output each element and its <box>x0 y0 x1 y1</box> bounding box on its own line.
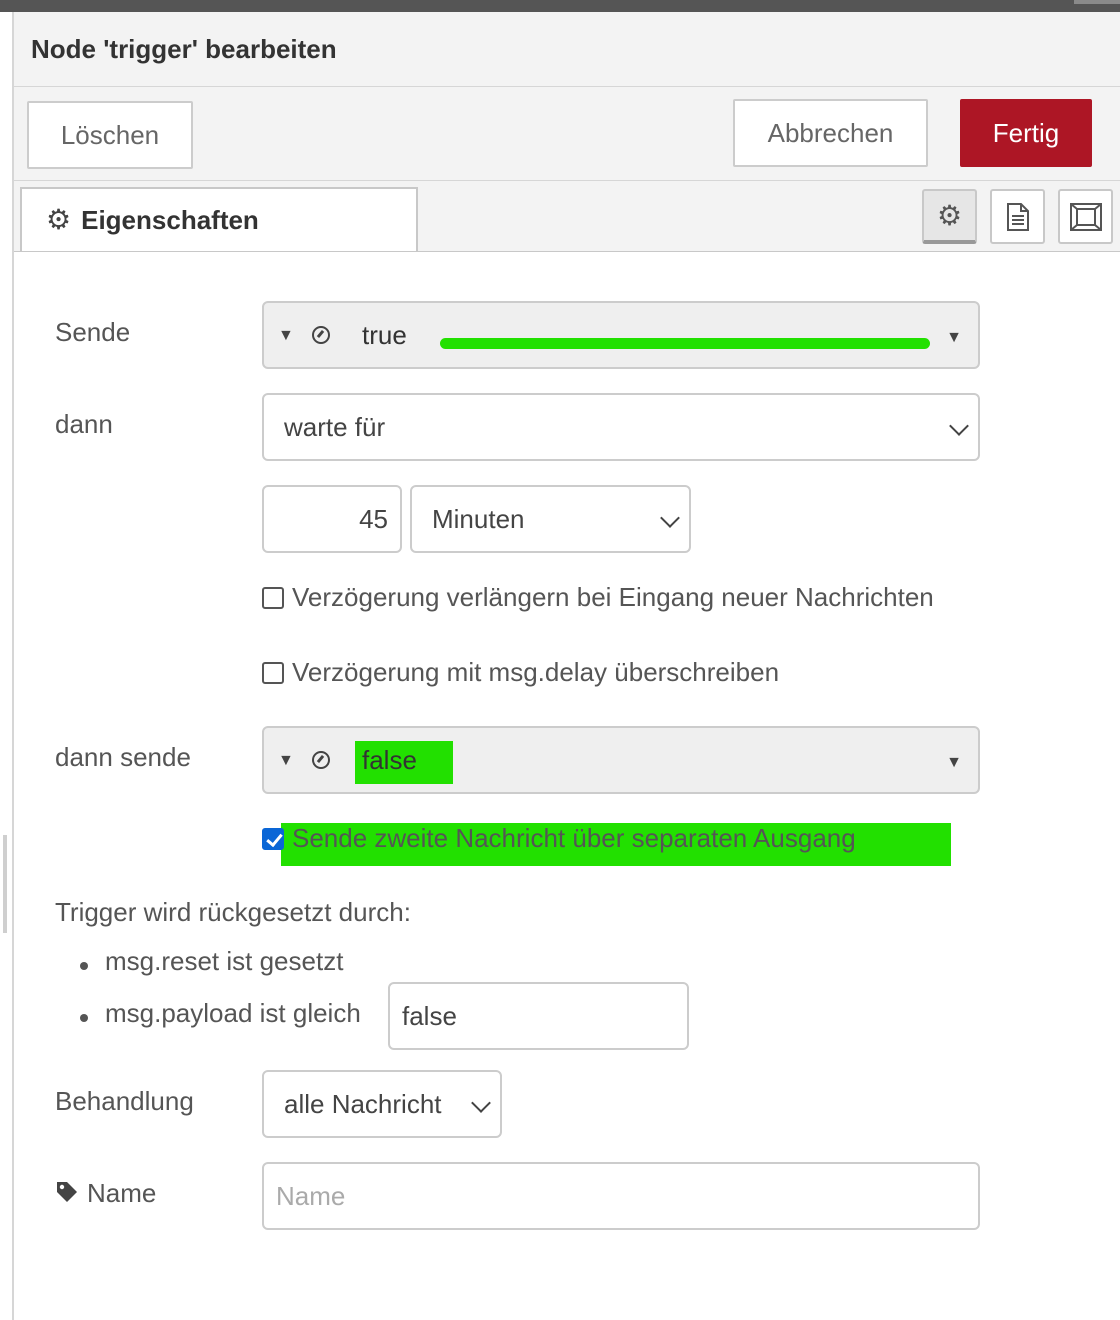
extend-delay-label: Verzögerung verlängern bei Eingang neuer… <box>292 582 934 612</box>
properties-tab-button[interactable]: ⚙ <box>922 189 977 244</box>
name-input[interactable]: Name <box>262 1162 980 1230</box>
then-label: dann <box>55 409 113 439</box>
gear-icon: ⚙ <box>936 200 963 231</box>
type-caret-icon[interactable]: ▼ <box>278 327 294 345</box>
handling-select[interactable]: alle Nachricht <box>262 1070 502 1138</box>
dropdown-caret-icon[interactable]: ▼ <box>946 329 962 347</box>
tab-properties-label: Eigenschaften <box>81 204 259 235</box>
send-label: Sende <box>55 317 131 347</box>
tray-toolbar: Löschen Abbrechen Fertig <box>14 87 1120 181</box>
delay-unit-value: Minuten <box>432 503 525 534</box>
then-select[interactable]: warte für <box>262 393 980 461</box>
send-value: true <box>362 320 407 350</box>
delay-input[interactable]: 45 <box>262 485 402 553</box>
delay-unit-select[interactable]: Minuten <box>410 485 691 553</box>
then-send-value: false <box>362 745 417 775</box>
chevron-down-icon <box>471 1093 491 1113</box>
then-send-label: dann sende <box>55 742 191 772</box>
constant-icon <box>312 751 330 769</box>
appearance-tab-button[interactable] <box>1058 189 1113 244</box>
done-button[interactable]: Fertig <box>960 99 1092 167</box>
window-top-bar <box>0 0 1120 12</box>
override-delay-label: Verzögerung mit msg.delay überschreiben <box>292 657 780 687</box>
dropdown-caret-icon[interactable]: ▼ <box>946 754 962 772</box>
description-tab-button[interactable] <box>990 189 1045 244</box>
tab-properties[interactable]: ⚙ Eigenschaften <box>20 187 418 251</box>
cancel-button[interactable]: Abbrechen <box>733 99 928 167</box>
name-label: Name <box>87 1178 157 1208</box>
second-output-row: Sende zweite Nachricht über separaten Au… <box>262 823 856 854</box>
chevron-down-icon <box>949 416 969 436</box>
override-delay-row: Verzögerung mit msg.delay überschreiben <box>262 657 779 688</box>
chevron-down-icon <box>660 508 680 528</box>
window-top-nub <box>1074 0 1120 4</box>
left-edge <box>0 12 14 1320</box>
appearance-icon <box>1069 202 1102 231</box>
delay-value: 45 <box>359 503 388 534</box>
bullet-icon <box>80 962 88 970</box>
type-caret-icon[interactable]: ▼ <box>278 752 294 770</box>
override-delay-checkbox[interactable] <box>262 661 284 684</box>
reset-item-1: msg.reset ist gesetzt <box>105 946 344 976</box>
tabs-row: ⚙ Eigenschaften ⚙ <box>14 181 1120 252</box>
reset-heading: Trigger wird rückgesetzt durch: <box>55 897 411 927</box>
dialog-header: Node 'trigger' bearbeiten <box>14 12 1120 87</box>
description-icon <box>1006 202 1029 231</box>
name-placeholder: Name <box>276 1180 346 1211</box>
extend-delay-row: Verzögerung verlängern bei Eingang neuer… <box>262 582 934 613</box>
bullet-icon <box>80 1014 88 1022</box>
tag-icon <box>57 1182 77 1202</box>
reset-payload-input[interactable]: false <box>388 982 689 1050</box>
second-output-checkbox[interactable] <box>262 827 284 850</box>
then-send-typed-input[interactable]: ▼ false ▼ <box>262 726 980 794</box>
extend-delay-checkbox[interactable] <box>262 586 284 609</box>
highlight-bar <box>440 338 930 349</box>
constant-icon <box>312 326 330 344</box>
delete-button[interactable]: Löschen <box>27 101 193 169</box>
dialog-title: Node 'trigger' bearbeiten <box>31 34 337 64</box>
gear-icon: ⚙ <box>46 204 72 235</box>
resize-handle[interactable] <box>3 835 7 933</box>
handling-label: Behandlung <box>55 1086 194 1116</box>
send-typed-input[interactable]: ▼ true ▼ <box>262 301 980 369</box>
reset-payload-value: false <box>402 1000 457 1031</box>
then-select-value: warte für <box>284 411 386 442</box>
reset-item-2: msg.payload ist gleich <box>105 998 361 1028</box>
second-output-label: Sende zweite Nachricht über separaten Au… <box>292 823 856 853</box>
handling-select-value: alle Nachricht <box>284 1088 442 1119</box>
